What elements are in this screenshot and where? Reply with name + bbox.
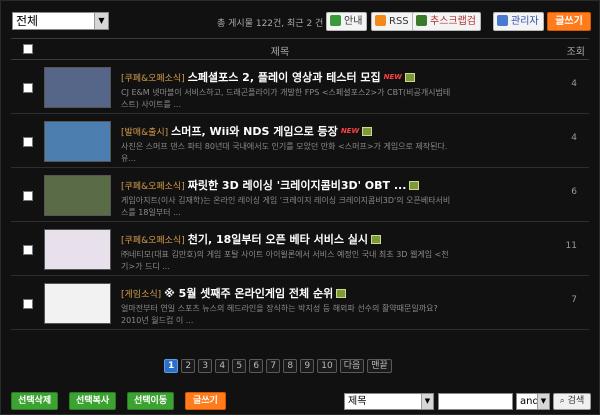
page-link[interactable]: 3 [198, 359, 213, 373]
table-row: [쿠폐&오폐소식] 천기, 18일부터 오픈 베타 서비스 실시 ㈜네티모(대표 김… [11, 222, 589, 276]
chevron-down-icon: ▼ [94, 13, 108, 29]
admin-icon [497, 15, 508, 26]
table-header: 제목 조회 [11, 38, 589, 60]
post-thumbnail[interactable] [44, 229, 111, 270]
search-op-value: and [520, 396, 539, 407]
pagination: 1 2 3 4 5 6 7 8 9 10 다음 맨끝 [164, 358, 395, 373]
category-select[interactable]: 전체 ▼ [12, 12, 109, 30]
page-next-link[interactable]: 다음 [339, 359, 365, 373]
post-summary: ㈜네티모(대표 김만호)의 게임 포탈 사이트 아이윌론에서 서비스 예정인 국… [121, 250, 449, 271]
post-views: 7 [571, 295, 577, 305]
new-badge: NEW [383, 73, 403, 81]
post-category: [쿠폐&오폐소식] [121, 74, 185, 84]
table-row: [쿠폐&오폐소식] 짜릿한 3D 레이싱 '크레이지콤비3D' OBT ... 게임… [11, 168, 589, 222]
search-field-value: 제목 [348, 396, 367, 407]
page-link[interactable]: 7 [266, 359, 281, 373]
row-checkbox[interactable] [23, 191, 33, 201]
post-summary: 사진은 스머프 댄스 파티 80년대 국내에서도 인기를 모았던 만화 <스머프… [121, 142, 448, 163]
post-category: [쿠폐&오폐소식] [121, 182, 185, 192]
post-views: 6 [571, 187, 577, 197]
post-category: [발매&출시] [121, 128, 169, 138]
post-summary: 얼마전부터 연일 스포츠 뉴스의 헤드라인을 장식하는 박지성 등 해외파 선수… [121, 304, 438, 325]
post-title[interactable]: 천기, 18일부터 오픈 베타 서비스 실시 [188, 233, 368, 246]
write-button[interactable]: 글쓰기 [547, 12, 591, 31]
page-link[interactable]: 5 [232, 359, 247, 373]
chevron-down-icon: ▼ [421, 394, 433, 409]
post-table: 제목 조회 [쿠폐&오폐소식] 스페셜포스 2, 플레이 영상과 테스터 모집 NE… [11, 38, 589, 330]
page-link[interactable]: 4 [215, 359, 230, 373]
post-title[interactable]: 짜릿한 3D 레이싱 '크레이지콤비3D' OBT ... [188, 179, 407, 192]
post-title[interactable]: ※ 5월 셋째주 온라인게임 전체 순위 [164, 287, 333, 300]
post-title[interactable]: 스머프, Wii와 NDS 게임으로 등장 [171, 125, 338, 138]
page-link[interactable]: 10 [317, 359, 337, 373]
row-checkbox[interactable] [23, 245, 33, 255]
page-link[interactable]: 9 [300, 359, 315, 373]
move-selected-button[interactable]: 선택이동 [127, 392, 175, 410]
post-views: 4 [571, 133, 577, 143]
image-icon [336, 289, 347, 298]
chevron-down-icon: ▼ [537, 394, 549, 409]
rss-button[interactable]: RSS [371, 12, 414, 31]
post-title-line[interactable]: [게임소식] ※ 5월 셋째주 온라인게임 전체 순위 [121, 285, 561, 301]
search-op-select[interactable]: and ▼ [516, 393, 550, 410]
bottom-toolbar: 선택삭제 선택복사 선택이동 글쓰기 제목 ▼ and ▼ ⌕ 검색 [11, 392, 593, 412]
page-last-link[interactable]: 맨끝 [367, 359, 392, 373]
post-views: 4 [571, 79, 577, 89]
table-body: [쿠폐&오폐소식] 스페셜포스 2, 플레이 영상과 테스터 모집 NEW CJ E&… [11, 60, 589, 330]
search-button-label: 검색 [567, 396, 585, 406]
write-button-bottom[interactable]: 글쓰기 [185, 392, 226, 410]
admin-button[interactable]: 관리자 [493, 12, 544, 31]
post-title[interactable]: 스페셜포스 2, 플레이 영상과 테스터 모집 [188, 71, 381, 84]
post-thumbnail[interactable] [44, 67, 111, 108]
post-title-line[interactable]: [쿠폐&오폐소식] 짜릿한 3D 레이싱 '크레이지콤비3D' OBT ... [121, 177, 561, 193]
post-title-line[interactable]: [쿠폐&오폐소식] 천기, 18일부터 오픈 베타 서비스 실시 [121, 231, 561, 247]
category-select-value: 전체 [16, 14, 39, 28]
new-badge: NEW [340, 127, 360, 135]
page-link[interactable]: 6 [249, 359, 264, 373]
search-button[interactable]: ⌕ 검색 [553, 393, 591, 410]
rss-button-label: RSS [389, 16, 409, 27]
row-checkbox[interactable] [23, 137, 33, 147]
guide-button[interactable]: 안내 [326, 12, 368, 31]
post-title-line[interactable]: [발매&출시] 스머프, Wii와 NDS 게임으로 등장 NEW [121, 123, 561, 139]
image-icon [409, 181, 420, 190]
post-views: 11 [565, 241, 577, 251]
row-checkbox[interactable] [23, 299, 33, 309]
post-title-line[interactable]: [쿠폐&오폐소식] 스페셜포스 2, 플레이 영상과 테스터 모집 NEW [121, 69, 561, 85]
row-checkbox[interactable] [23, 83, 33, 93]
guide-button-label: 안내 [344, 16, 363, 27]
scrap-button[interactable]: 추스크랩검 [412, 12, 481, 31]
post-summary: CJ E&M 넷마블이 서비스하고, 드래곤플라이가 개발한 FPS <스페셜포… [121, 88, 451, 109]
image-icon [371, 235, 382, 244]
post-count-info: 총 게시물 122건, 최근 2 건 [217, 19, 324, 29]
page-link[interactable]: 1 [164, 359, 179, 373]
search-input[interactable] [438, 393, 513, 410]
post-thumbnail[interactable] [44, 283, 111, 324]
bookmark-icon [416, 15, 427, 26]
search-icon: ⌕ [559, 396, 565, 406]
image-icon [362, 127, 373, 136]
post-summary: 게임아지트(이사 김재학)는 온라인 레이싱 게임 '크레이지 레이싱 크레이지… [121, 196, 451, 217]
table-row: [게임소식] ※ 5월 셋째주 온라인게임 전체 순위얼마전부터 연일 스포츠 뉴… [11, 276, 589, 330]
search-field-select[interactable]: 제목 ▼ [344, 393, 434, 410]
page-link[interactable]: 8 [283, 359, 298, 373]
header-title: 제목 [270, 47, 290, 58]
rss-icon [375, 15, 386, 26]
page-link[interactable]: 2 [181, 359, 196, 373]
table-row: [쿠폐&오폐소식] 스페셜포스 2, 플레이 영상과 테스터 모집 NEW CJ E&… [11, 60, 589, 114]
post-category: [게임소식] [121, 290, 162, 300]
header-views: 조회 [566, 47, 585, 58]
board-toolbar: 전체 ▼ 총 게시물 122건, 최근 2 건 안내 RSS 추스크랩검 관리자… [9, 11, 591, 33]
scrap-button-label: 추스크랩검 [430, 16, 476, 27]
post-category: [쿠폐&오폐소식] [121, 236, 185, 246]
copy-selected-button[interactable]: 선택복사 [69, 392, 117, 410]
board-page: 전체 ▼ 총 게시물 122건, 최근 2 건 안내 RSS 추스크랩검 관리자… [0, 0, 600, 415]
delete-selected-button[interactable]: 선택삭제 [11, 392, 59, 410]
image-icon [405, 73, 416, 82]
admin-button-label: 관리자 [511, 16, 539, 27]
post-thumbnail[interactable] [44, 121, 111, 162]
check-icon [330, 15, 341, 26]
table-row: [발매&출시] 스머프, Wii와 NDS 게임으로 등장 NEW 사진은 스머프 댄… [11, 114, 589, 168]
post-thumbnail[interactable] [44, 175, 111, 216]
